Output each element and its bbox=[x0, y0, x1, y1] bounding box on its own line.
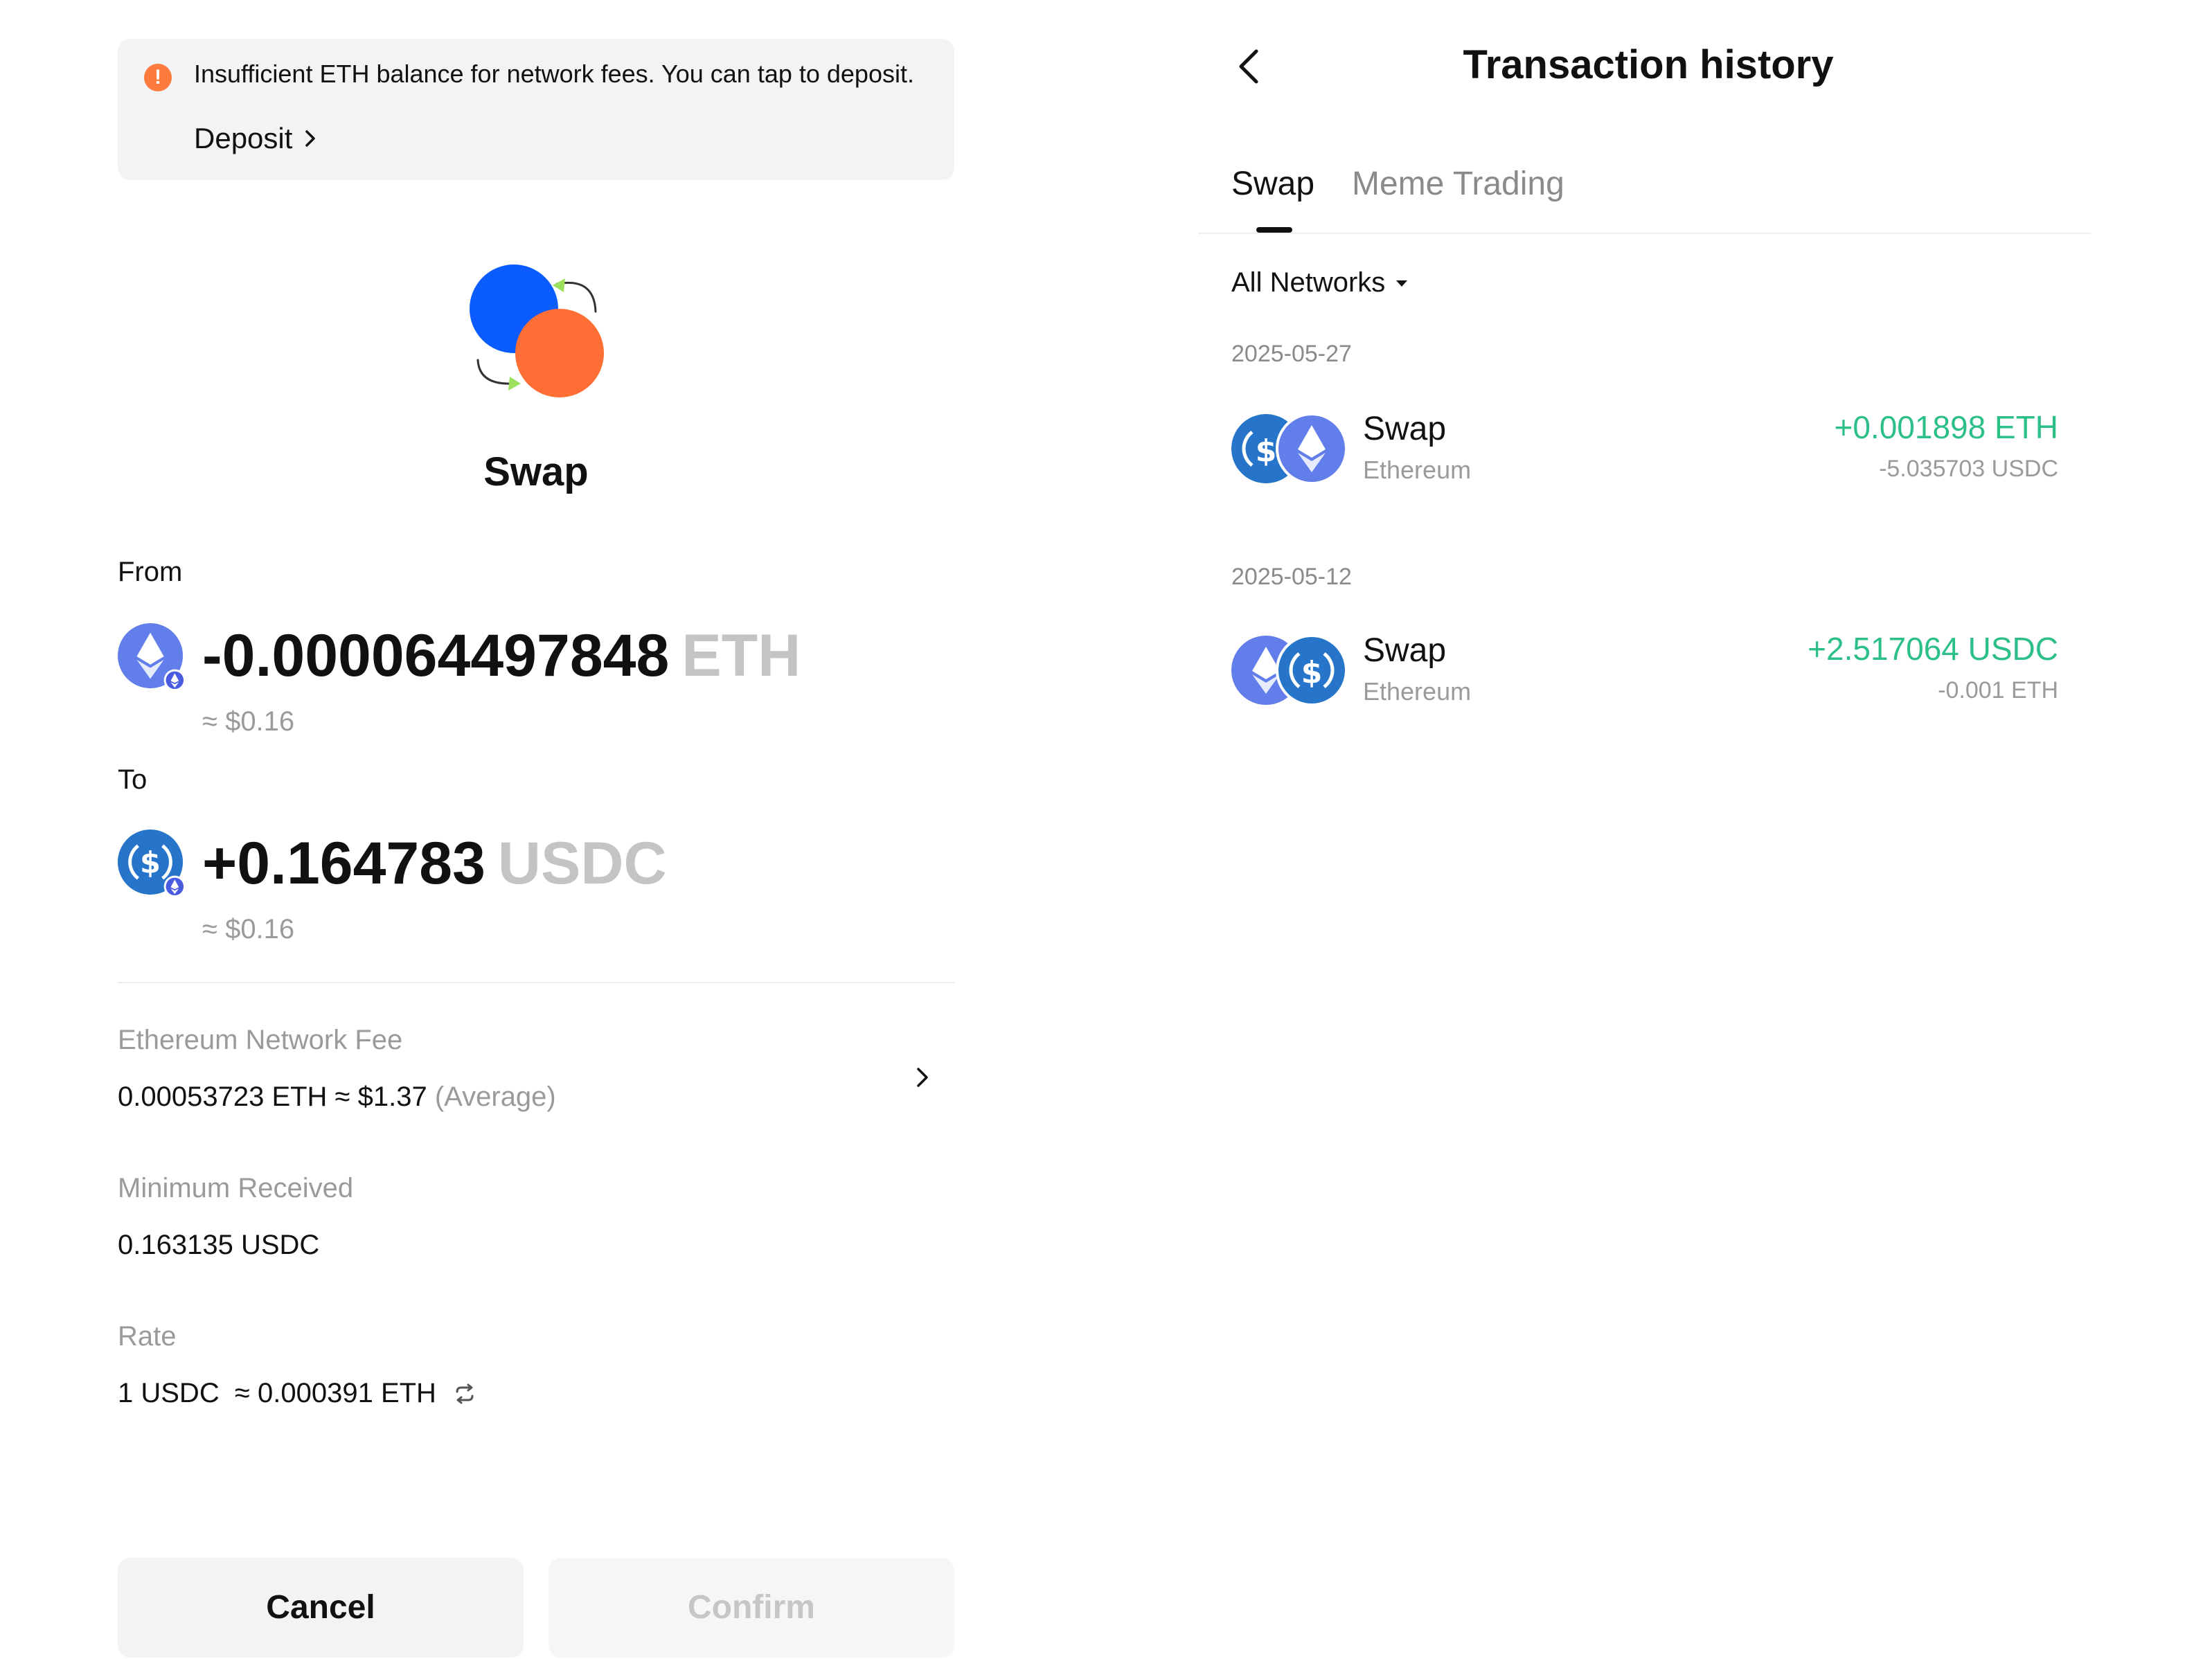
alert-icon: ! bbox=[144, 64, 172, 91]
transaction-sub-amount: -0.001 ETH bbox=[1938, 677, 2058, 703]
from-usd-value: ≈ $0.16 bbox=[202, 706, 295, 737]
swap-title: Swap bbox=[483, 449, 589, 494]
insufficient-balance-banner[interactable]: ! Insufficient ETH balance for network f… bbox=[118, 39, 954, 180]
svg-text:$: $ bbox=[1301, 655, 1323, 690]
minimum-received-label: Minimum Received bbox=[118, 1173, 354, 1203]
transaction-amount: +0.001898 ETH bbox=[1834, 409, 2058, 445]
transaction-amount: +2.517064 USDC bbox=[1808, 631, 2058, 667]
to-label: To bbox=[118, 764, 148, 795]
deposit-link[interactable]: Deposit bbox=[194, 122, 317, 155]
eth-token-icon bbox=[118, 623, 186, 691]
active-tab-indicator bbox=[1256, 227, 1292, 233]
network-fee-row[interactable]: Ethereum Network Fee 0.00053723 ETH ≈ $1… bbox=[118, 1025, 954, 1129]
from-amount-symbol: ETH bbox=[681, 622, 801, 689]
network-fee-amount: 0.00053723 ETH ≈ $1.37 bbox=[118, 1082, 427, 1112]
transaction-network: Ethereum bbox=[1363, 677, 1472, 706]
transaction-row[interactable]: $ Swap Ethereum +0.001898 ETH -5.035703 … bbox=[1231, 406, 2058, 489]
divider bbox=[118, 982, 954, 983]
date-header: 2025-05-12 bbox=[1231, 564, 1352, 590]
transaction-row[interactable]: $ Swap Ethereum +2.517064 USDC -0.001 ET… bbox=[1231, 627, 2058, 710]
swap-pair-icon: $ bbox=[1231, 634, 1348, 706]
page-title: Transaction history bbox=[1463, 42, 1834, 87]
from-label: From bbox=[118, 557, 183, 587]
network-fee-speed: (Average) bbox=[434, 1082, 556, 1112]
tab-swap[interactable]: Swap bbox=[1231, 165, 1314, 203]
deposit-label: Deposit bbox=[194, 122, 293, 154]
swap-pair-icon: $ bbox=[1231, 413, 1348, 485]
network-fee-label: Ethereum Network Fee bbox=[118, 1025, 403, 1055]
to-amount: +0.164783 USDC bbox=[202, 830, 667, 898]
usdc-token-icon: $ bbox=[118, 830, 186, 897]
transaction-title: Swap bbox=[1363, 632, 1447, 669]
svg-text:$: $ bbox=[140, 846, 161, 881]
cancel-button[interactable]: Cancel bbox=[118, 1558, 524, 1658]
date-header: 2025-05-27 bbox=[1231, 341, 1352, 367]
network-fee-value: 0.00053723 ETH ≈ $1.37 (Average) bbox=[118, 1082, 556, 1113]
warning-message: Insufficient ETH balance for network fee… bbox=[194, 60, 914, 88]
to-usd-value: ≈ $0.16 bbox=[202, 914, 295, 944]
to-amount-value: +0.164783 bbox=[202, 830, 485, 897]
from-amount-value: -0.000064497848 bbox=[202, 622, 670, 689]
rate-value: 1 USDC ≈ 0.000391 ETH bbox=[118, 1378, 436, 1408]
chevron-right-icon bbox=[917, 1068, 928, 1087]
rate-row: 1 USDC ≈ 0.000391 ETH bbox=[118, 1378, 475, 1409]
caret-down-icon bbox=[1396, 280, 1408, 287]
minimum-received-value: 0.163135 USDC bbox=[118, 1230, 320, 1260]
svg-text:$: $ bbox=[1256, 433, 1277, 469]
transaction-network: Ethereum bbox=[1363, 456, 1472, 484]
swap-rate-toggle-icon[interactable] bbox=[454, 1383, 475, 1404]
tab-meme-trading[interactable]: Meme Trading bbox=[1352, 165, 1564, 203]
to-amount-symbol: USDC bbox=[497, 830, 667, 897]
chevron-right-icon bbox=[305, 130, 316, 147]
rate-label: Rate bbox=[118, 1321, 177, 1352]
network-filter-dropdown[interactable]: All Networks bbox=[1231, 267, 1409, 298]
divider bbox=[1198, 233, 2091, 234]
confirm-button[interactable]: Confirm bbox=[548, 1558, 954, 1658]
transaction-sub-amount: -5.035703 USDC bbox=[1879, 456, 2058, 482]
transaction-title: Swap bbox=[1363, 411, 1447, 447]
from-amount: -0.000064497848 ETH bbox=[202, 622, 801, 690]
network-filter-label: All Networks bbox=[1231, 267, 1386, 298]
swap-illustration-icon bbox=[470, 264, 604, 397]
